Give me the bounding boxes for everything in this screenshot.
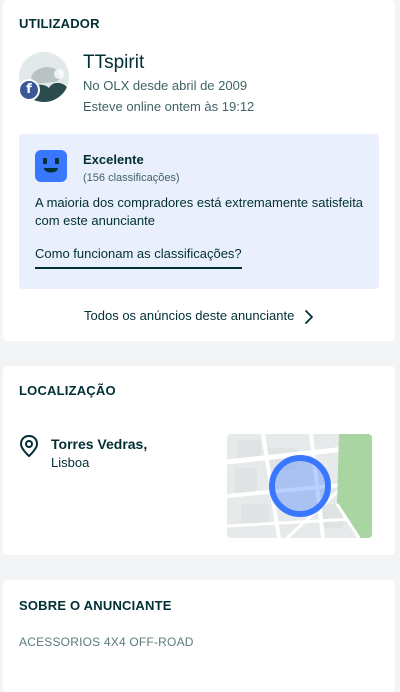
rating-label: Excelente bbox=[83, 152, 144, 167]
location-pin-icon bbox=[19, 434, 39, 458]
smiley-icon bbox=[35, 150, 67, 182]
about-section-title: SOBRE O ANUNCIANTE bbox=[19, 598, 172, 613]
location-map[interactable] bbox=[227, 434, 372, 538]
rating-count: (156 classificações) bbox=[83, 172, 180, 184]
facebook-icon: f bbox=[18, 79, 40, 101]
ratings-info-link[interactable]: Como funcionam as classificações? bbox=[35, 246, 242, 269]
location-region: Lisboa bbox=[51, 455, 90, 470]
location-city: Torres Vedras, bbox=[51, 436, 148, 452]
all-ads-link[interactable]: Todos os anúncios deste anunciante bbox=[3, 308, 395, 325]
about-card: SOBRE O ANUNCIANTE ACESSORIOS 4X4 OFF-RO… bbox=[3, 580, 395, 692]
rating-box: Excelente (156 classificações) A maioria… bbox=[19, 134, 379, 289]
member-since: No OLX desde abril de 2009 bbox=[83, 78, 248, 93]
about-text: ACESSORIOS 4X4 OFF-ROAD bbox=[19, 635, 194, 649]
location-section-title: LOCALIZAÇÃO bbox=[19, 383, 116, 398]
last-online: Esteve online ontem às 19:12 bbox=[83, 99, 255, 114]
location-card: LOCALIZAÇÃO Torres Vedras, Lisboa bbox=[3, 366, 395, 555]
all-ads-label: Todos os anúncios deste anunciante bbox=[84, 308, 295, 323]
map-image bbox=[227, 434, 372, 538]
user-card: UTILIZADOR f TTspirit No OLX desde abril… bbox=[3, 0, 395, 341]
username: TTspirit bbox=[83, 52, 145, 73]
chevron-right-icon bbox=[305, 309, 313, 324]
rating-description: A maioria dos compradores está extremame… bbox=[35, 195, 364, 228]
user-section-title: UTILIZADOR bbox=[19, 16, 100, 31]
